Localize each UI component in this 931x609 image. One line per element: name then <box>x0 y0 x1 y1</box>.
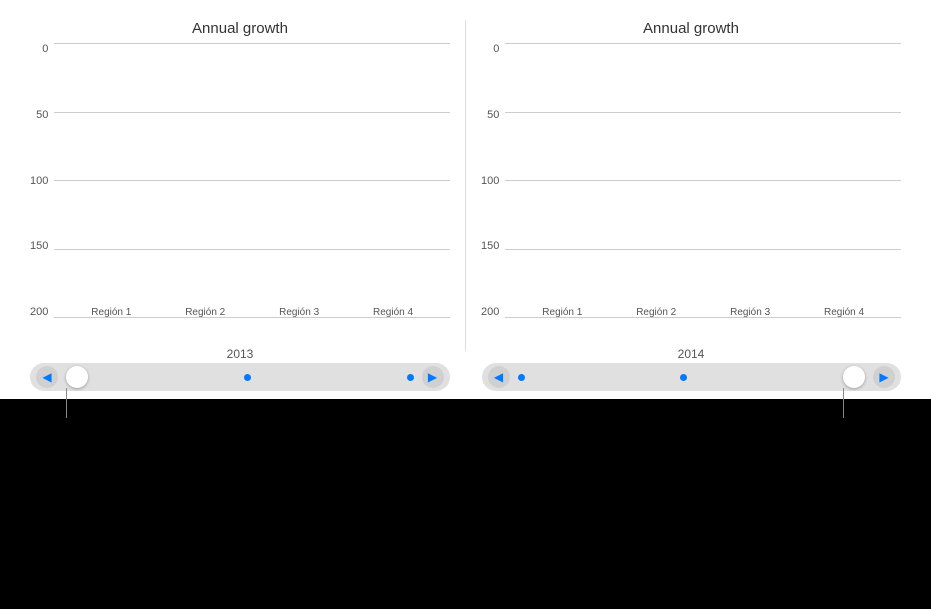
scrubber1-dot1 <box>244 374 251 381</box>
y-label-150: 150 <box>30 240 48 252</box>
bar2-group-1: Región 1 <box>541 303 583 318</box>
scrubber1-left-btn[interactable]: ◀ <box>36 366 58 388</box>
bar-label-region1: Región 1 <box>91 307 131 318</box>
black-bottom <box>0 399 931 609</box>
y-label-50: 50 <box>36 109 48 121</box>
bar-group-1: Región 1 <box>90 303 132 318</box>
bar-group-2: Región 2 <box>184 303 226 318</box>
bar2-label-region1: Región 1 <box>542 307 582 318</box>
y2-label-50: 50 <box>487 109 499 121</box>
bar-label-region2: Región 2 <box>185 307 225 318</box>
bar2-label-region3: Región 3 <box>730 307 770 318</box>
scrubber2-container: ◀ ▶ <box>472 363 912 391</box>
chart-divider <box>465 20 466 351</box>
chart1-container: Annual growth 200 150 100 50 0 <box>20 10 460 361</box>
scrubber1-connector <box>66 388 67 418</box>
y2-label-100: 100 <box>481 175 499 187</box>
scrubber2-left-btn[interactable]: ◀ <box>488 366 510 388</box>
scrubber2-thumb[interactable] <box>843 366 865 388</box>
y2-label-200: 200 <box>481 306 499 318</box>
scrubber2-connector <box>843 388 844 418</box>
scrubber2: ◀ ▶ <box>482 363 902 391</box>
chart2-bars: Región 1 Región 2 Región 3 Región 4 <box>505 43 901 318</box>
bar2-group-2: Región 2 <box>635 303 677 318</box>
y2-label-0: 0 <box>493 43 499 55</box>
scrubber2-dot2 <box>680 374 687 381</box>
scrubber1: ◀ ▶ <box>30 363 450 391</box>
scrubber2-track <box>510 366 874 388</box>
scrubber1-thumb[interactable] <box>66 366 88 388</box>
chart2-y-axis: 200 150 100 50 0 <box>481 43 505 343</box>
chart1-title: Annual growth <box>192 20 288 37</box>
chart1-body: Región 1 Región 2 Región 3 Región 4 <box>54 43 450 343</box>
chart1-wrapper: 200 150 100 50 0 Región 1 <box>30 43 450 343</box>
chart2-wrapper: 200 150 100 50 0 Región 1 <box>481 43 901 343</box>
scrubber1-track <box>58 366 422 388</box>
y-label-100: 100 <box>30 175 48 187</box>
bar-label-region4: Región 4 <box>373 307 413 318</box>
chart2-body: Región 1 Región 2 Región 3 Región 4 <box>505 43 901 343</box>
scrubber1-right-btn[interactable]: ▶ <box>422 366 444 388</box>
bar-group-4: Región 4 <box>372 303 414 318</box>
y-label-200: 200 <box>30 306 48 318</box>
chart2-container: Annual growth 200 150 100 50 0 <box>471 10 911 361</box>
bar2-group-4: Región 4 <box>823 303 865 318</box>
y2-label-150: 150 <box>481 240 499 252</box>
bar2-group-3: Región 3 <box>729 303 771 318</box>
bar2-label-region4: Región 4 <box>824 307 864 318</box>
chart2-year: 2014 <box>678 347 705 361</box>
bar2-label-region2: Región 2 <box>636 307 676 318</box>
chart1-year: 2013 <box>227 347 254 361</box>
scrubber2-dot1 <box>518 374 525 381</box>
scrubber2-right-btn[interactable]: ▶ <box>873 366 895 388</box>
bar-group-3: Región 3 <box>278 303 320 318</box>
chart1-y-axis: 200 150 100 50 0 <box>30 43 54 343</box>
chart1-bars: Región 1 Región 2 Región 3 Región 4 <box>54 43 450 318</box>
chart2-title: Annual growth <box>643 20 739 37</box>
bar-label-region3: Región 3 <box>279 307 319 318</box>
scrubber1-container: ◀ ▶ <box>20 363 460 391</box>
y-label-0: 0 <box>42 43 48 55</box>
scrubber1-dot2 <box>407 374 414 381</box>
